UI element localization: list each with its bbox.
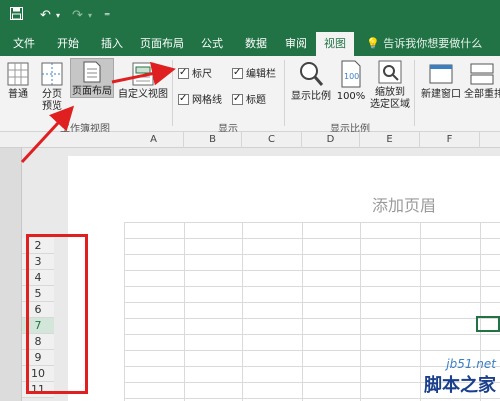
watermark-domain: jb51.net [446,357,496,371]
arrow-to-ruler [111,61,176,86]
watermark: jb51.net 脚本之家 [424,357,496,397]
ruler-highlight-box [26,234,88,394]
watermark-name: 脚本之家 [424,375,496,396]
arrow-to-page-layout [20,105,75,164]
